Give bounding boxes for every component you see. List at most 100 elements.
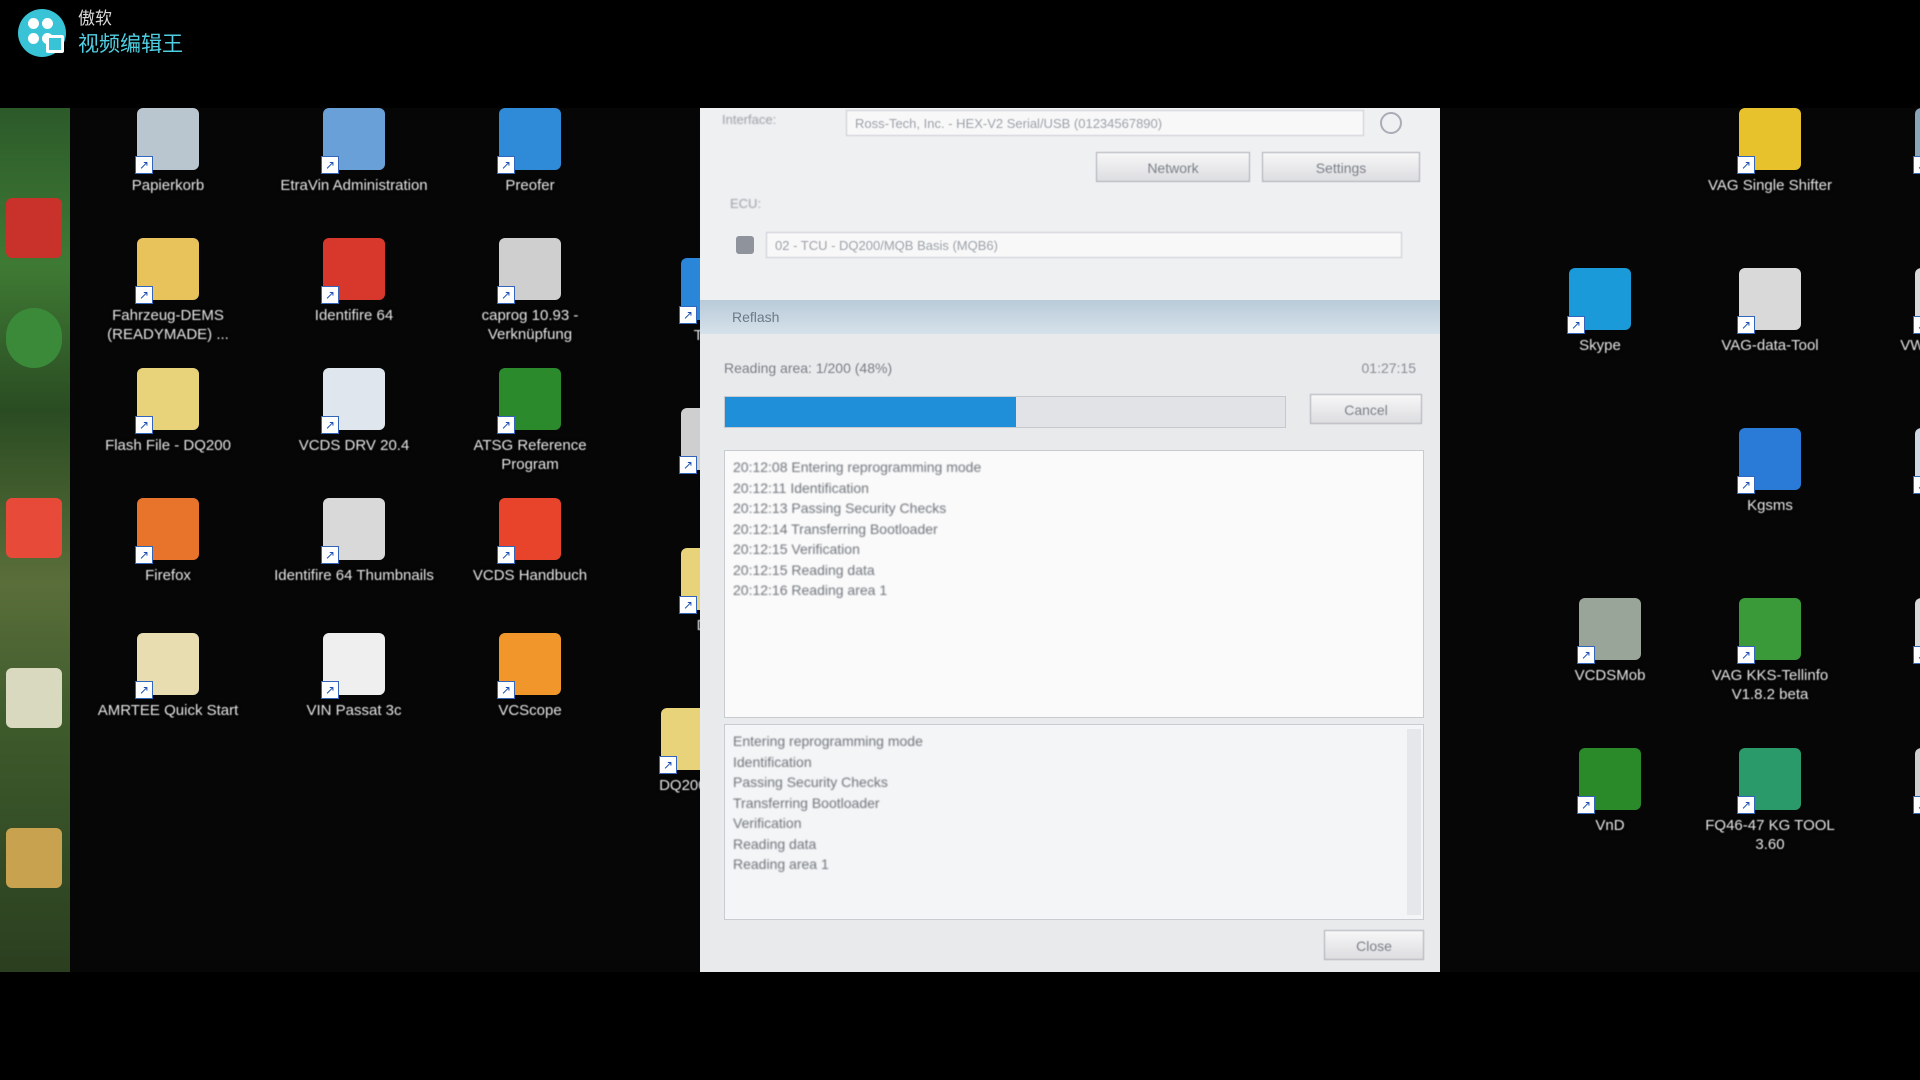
shortcut-arrow-icon: ↗ xyxy=(321,286,339,304)
app-icon: ↗ xyxy=(1913,268,1920,334)
app-icon: ↗ xyxy=(1567,268,1631,334)
app-icon: ↗ xyxy=(1577,598,1641,664)
desktop-icon[interactable]: ↗ VCDS DRV 20.4 xyxy=(274,368,434,455)
settings-button[interactable]: Settings xyxy=(1262,152,1420,182)
close-button[interactable]: Close xyxy=(1324,930,1424,960)
log-panel[interactable]: 20:12:08 Entering reprogramming mode 20:1… xyxy=(724,450,1424,718)
log-line: Entering reprogramming mode xyxy=(733,733,923,749)
log-line: 20:12:15 Verification xyxy=(733,541,860,557)
refresh-icon[interactable] xyxy=(1380,112,1402,134)
progress-fill xyxy=(725,397,1017,427)
desktop-icon[interactable]: ↗ VAG-data-Tool xyxy=(1690,268,1850,355)
desktop-icon-label: caprog 10.93 - Verknüpfung xyxy=(481,307,579,343)
shortcut-arrow-icon: ↗ xyxy=(135,156,153,174)
wallpaper-strip xyxy=(0,108,70,972)
log2-scrollbar[interactable] xyxy=(1407,729,1421,915)
desktop-icon[interactable]: ↗ Skype xyxy=(1520,268,1680,355)
desktop-icon-label: VCDSMob xyxy=(1574,667,1646,684)
desktop-icon-label: VIN Passat 3c xyxy=(306,702,402,719)
interface-select[interactable]: Ross-Tech, Inc. - HEX-V2 Serial/USB (012… xyxy=(846,110,1364,136)
shortcut-arrow-icon: ↗ xyxy=(1577,796,1595,814)
desktop-icon-label: Identifire 64 Thumbnails xyxy=(274,567,434,584)
shortcut-arrow-icon: ↗ xyxy=(135,681,153,699)
desktop-icon[interactable]: ↗ VCDS Handbuch xyxy=(450,498,610,585)
desktop-icon-label: Skype xyxy=(1579,337,1621,354)
interface-label: Interface: xyxy=(722,112,777,127)
log-line: Reading data xyxy=(733,835,817,852)
desktop-icon-label: Kgsms xyxy=(1747,497,1793,514)
app-icon: ↗ xyxy=(135,633,199,699)
log-line: Identification xyxy=(733,753,812,770)
desktop-icon[interactable]: ↗ caprog 10.93 - Verknüpfung xyxy=(450,238,610,344)
ecu-select[interactable]: 02 - TCU - DQ200/MQB Basis (MQB6) xyxy=(766,232,1402,258)
log-panel-secondary[interactable]: Entering reprogramming mode Identificatio… xyxy=(724,724,1424,920)
app-icon: ↗ xyxy=(497,368,561,434)
desktop-icon[interactable]: ↗ AMRTEE Quick Start xyxy=(88,633,248,720)
watermark-brand: 傲软 xyxy=(78,9,112,29)
shortcut-arrow-icon: ↗ xyxy=(1737,796,1755,814)
desktop-icon[interactable]: ↗ Firefox xyxy=(88,498,248,585)
app-icon: ↗ xyxy=(1737,428,1801,494)
desktop-icon[interactable]: ↗ VnD xyxy=(1530,748,1690,835)
desktop-icon-label: ElsaD xyxy=(1866,496,1920,515)
desktop-icon[interactable]: ↗ Papierkorb xyxy=(88,108,248,195)
log-line: 20:12:08 Entering reprogramming mode xyxy=(733,459,982,475)
shortcut-arrow-icon: ↗ xyxy=(1567,316,1585,334)
app-icon: ↗ xyxy=(1913,748,1920,814)
desktop-icon-label: VnD xyxy=(1595,817,1625,834)
desktop-icon[interactable]: ↗ VAG KKS-Tellinfo V1.8.2 beta xyxy=(1690,598,1850,704)
log-scrollbar[interactable] xyxy=(1407,455,1421,713)
app-icon: ↗ xyxy=(497,633,561,699)
watermark-name: 视频编辑王 xyxy=(78,32,183,56)
shortcut-arrow-icon: ↗ xyxy=(1913,316,1920,334)
desktop-icon[interactable]: ↗ Flash File - DQ200 xyxy=(88,368,248,455)
desktop-icon[interactable]: ↗ Fahrzeug-DEMS (READYMADE) ... xyxy=(88,238,248,344)
interface-panel: Interface: Ross-Tech, Inc. - HEX-V2 Seri… xyxy=(700,108,1440,304)
shortcut-arrow-icon: ↗ xyxy=(497,546,515,564)
desktop-icon[interactable]: ↗ VAG Single Shifter xyxy=(1690,108,1850,195)
desktop-icon[interactable]: ↗ VCScope xyxy=(450,633,610,720)
desktop-icon[interactable]: ↗ VW T K+CAN xyxy=(1866,268,1920,355)
desktop-icon-label: Fahrzeug-DEMS (READYMADE) ... xyxy=(107,307,229,343)
app-icon: ↗ xyxy=(1577,748,1641,814)
desktop-icon[interactable]: ↗ VAG xyxy=(1866,108,1920,195)
desktop-icon[interactable]: ↗ ElsaD xyxy=(1866,428,1920,515)
app-icon: ↗ xyxy=(321,238,385,304)
app-icon: ↗ xyxy=(135,238,199,304)
desktop-icon[interactable]: ↗ VCDSMob xyxy=(1530,598,1690,685)
reflash-window: Interface: Ross-Tech, Inc. - HEX-V2 Seri… xyxy=(700,108,1440,972)
desktop-icon[interactable]: ↗ Identifire 64 xyxy=(274,238,434,325)
desktop-icon[interactable]: ↗ Identifire 64 Thumbnails xyxy=(274,498,434,585)
film-reel-icon xyxy=(18,9,66,57)
desktop-icon[interactable]: ↗ CAN xyxy=(1866,598,1920,685)
desktop-icon[interactable]: ↗ ATSG Reference Program xyxy=(450,368,610,474)
cancel-button[interactable]: Cancel xyxy=(1310,394,1422,424)
app-icon: ↗ xyxy=(1913,598,1920,664)
shortcut-arrow-icon: ↗ xyxy=(135,546,153,564)
log-line: 20:12:16 Reading area 1 xyxy=(733,582,888,598)
app-icon: ↗ xyxy=(1913,108,1920,174)
desktop-icon-label: EtraVin Administration xyxy=(280,177,428,194)
desktop-icon-label: AMRTEE Quick Start xyxy=(97,702,239,719)
network-button[interactable]: Network xyxy=(1096,152,1250,182)
elapsed-timer: 01:27:15 xyxy=(1361,360,1417,376)
window-titlebar: Reflash xyxy=(700,300,1440,334)
app-icon: ↗ xyxy=(1737,598,1801,664)
shortcut-arrow-icon: ↗ xyxy=(1737,156,1755,174)
app-icon: ↗ xyxy=(497,498,561,564)
app-icon: ↗ xyxy=(135,108,199,174)
shortcut-arrow-icon: ↗ xyxy=(679,306,697,324)
desktop-icon-label: VW T K+CAN xyxy=(1900,337,1920,354)
desktop-icon[interactable]: ↗ FQ46-47 KG TOOL 3.60 xyxy=(1690,748,1850,854)
desktop-icon[interactable]: ↗ Kgsms xyxy=(1690,428,1850,515)
app-icon: ↗ xyxy=(497,238,561,304)
app-icon: ↗ xyxy=(1737,108,1801,174)
app-icon: ↗ xyxy=(1737,268,1801,334)
desktop-icon[interactable]: ↗ EtraVin Administration xyxy=(274,108,434,195)
desktop-icon-label: VAG-data-Tool xyxy=(1721,337,1819,354)
desktop-icon[interactable]: ↗ Her xyxy=(1866,748,1920,835)
desktop-icon[interactable]: ↗ Preofer xyxy=(450,108,610,195)
desktop-icon[interactable]: ↗ VIN Passat 3c xyxy=(274,633,434,720)
shortcut-arrow-icon: ↗ xyxy=(1913,156,1920,174)
shortcut-arrow-icon: ↗ xyxy=(659,756,677,774)
